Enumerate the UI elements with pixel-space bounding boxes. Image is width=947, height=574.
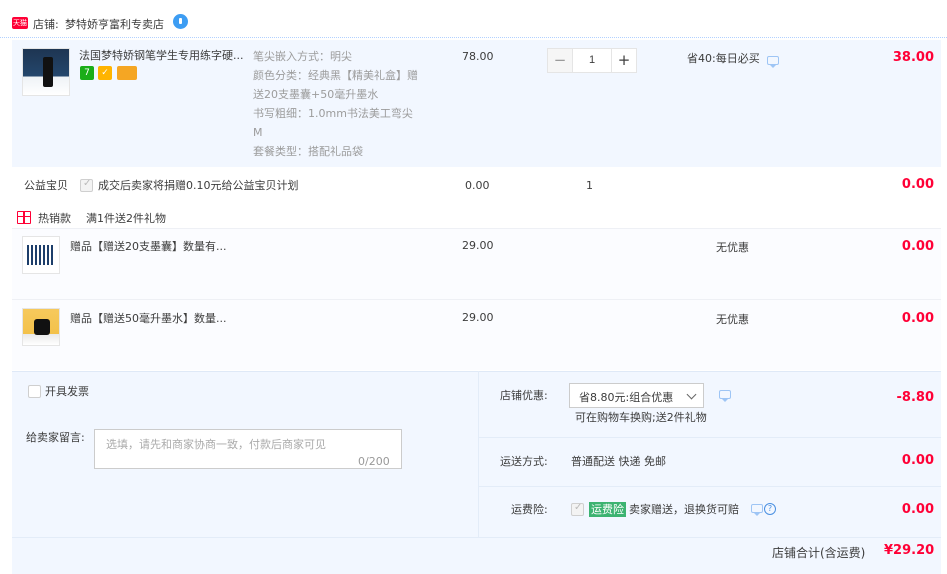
wangwang-chat-icon[interactable] [173,14,188,29]
remark-label: 给卖家留言: [26,431,85,444]
charity-label: 公益宝贝 [24,179,68,192]
panel-divider [12,537,941,538]
shop-label: 店铺: [33,18,59,31]
gift-price: 29.00 [462,311,494,324]
quantity-increment-button[interactable]: + [611,49,636,72]
gift-item-row [12,299,941,370]
promo-info-icon[interactable] [767,56,779,68]
insurance-checkbox[interactable] [571,502,584,516]
gift-title[interactable]: 赠品【赠送50毫升墨水】数量... [70,311,227,327]
shipping-amount: 0.00 [901,453,934,468]
discount-note: 可在购物车换购;送2件礼物 [575,411,707,424]
promo-text: 省40:每日必买 [687,52,760,65]
sku-line: 书写粗细：1.0mm书法美工弯尖 [253,107,413,120]
sku-line: M [253,126,263,139]
insurance-label: 运费险: [511,503,548,516]
gift-price: 29.00 [462,239,494,252]
charity-subtotal: 0.00 [901,177,934,192]
remark-placeholder: 选填，请先和商家协商一致，付款后商家可见 [106,438,326,451]
tmall-badge: 天猫 [12,17,28,29]
product-thumbnail-pen[interactable] [22,48,70,96]
charity-price: 0.00 [465,179,490,192]
chevron-down-icon [686,389,697,400]
unit-price: 78.00 [462,50,494,63]
charity-quantity: 1 [586,179,593,192]
product-title[interactable]: 法国梦特娇钢笔学生专用练字硬... [79,48,249,64]
discount-select[interactable]: 省8.80元:组合优惠 [569,383,704,408]
gift-icon [17,211,31,224]
gift-thumbnail-ink[interactable] [22,308,60,346]
discount-info-icon[interactable] [719,390,731,402]
insurance-tag: 运费险 [589,502,626,517]
charity-checkbox[interactable] [80,178,93,192]
shop-total-label: 店铺合计(含运费) [772,546,866,560]
gift-promo-text: 满1件送2件礼物 [86,212,166,225]
charity-text: 成交后卖家将捐赠0.10元给公益宝贝计划 [98,179,299,192]
panel-divider [479,437,941,438]
panel-divider [478,371,479,538]
invoice-label: 开具发票 [45,385,89,398]
insurance-text: 卖家赠送，退换货可赔 [629,503,739,516]
service-tag-quality-icon[interactable]: ✓ [98,66,112,80]
shop-total-value: ¥29.20 [884,543,935,558]
discount-amount: -8.80 [896,390,934,405]
shipping-method: 普通配送 快递 免邮 [571,455,666,468]
gift-subtotal: 0.00 [901,239,934,254]
gift-promo: 无优惠 [716,241,749,254]
sku-line: 套餐类型：搭配礼品袋 [253,145,363,158]
item-subtotal: 38.00 [892,50,934,65]
sku-line: 送20支墨囊+50毫升墨水 [253,88,379,101]
quantity-decrement-button[interactable]: − [548,49,573,72]
quantity-input[interactable] [573,49,611,72]
sku-line: 颜色分类：经典黑【精美礼盒】赠 [253,69,418,82]
panel-divider [479,486,941,487]
invoice-checkbox[interactable] [28,385,41,398]
quantity-stepper[interactable]: − + [547,48,637,73]
gift-promo: 无优惠 [716,313,749,326]
remark-char-count: 0/200 [358,455,390,468]
discount-label: 店铺优惠: [500,389,548,402]
help-icon[interactable]: ? [764,503,776,515]
sku-line: 笔尖嵌入方式：明尖 [253,50,352,63]
insurance-amount: 0.00 [901,502,934,517]
insurance-chat-icon[interactable] [751,504,763,516]
shop-name-link[interactable]: 梦特娇亨富利专卖店 [65,16,164,32]
service-tag-7day-icon[interactable]: 7 [80,66,94,80]
gift-promo-label: 热销款 [38,212,71,225]
discount-selected-value: 省8.80元:组合优惠 [579,391,674,404]
gift-title[interactable]: 赠品【赠送20支墨囊】数量有... [70,239,227,255]
shipping-label: 运送方式: [500,455,548,468]
gift-thumbnail-refill[interactable] [22,236,60,274]
service-tag-card-icon[interactable] [117,66,137,80]
gift-subtotal: 0.00 [901,311,934,326]
